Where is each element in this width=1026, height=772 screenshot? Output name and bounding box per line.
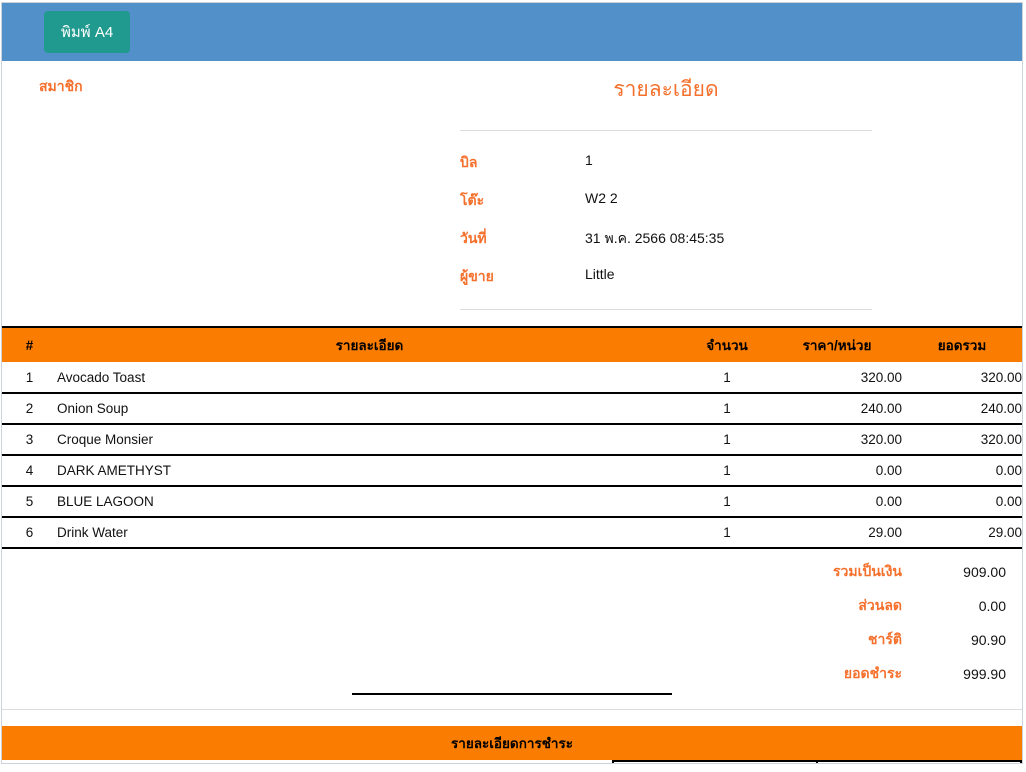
bill-info-fields: บิล 1 โต๊ะ W2 2 วันที่ 31 พ.ค. 2566 08:4… [460,131,872,309]
header-description: รายละเอียด [57,327,682,362]
bill-label: บิล [460,152,585,174]
grand-total-underline [352,693,672,695]
items-header-row: # รายละเอียด จำนวน ราคา/หน่วย ยอดรวม [2,327,1022,362]
discount-label: ส่วนลด [858,595,902,617]
items-table-header: # รายละเอียด จำนวน ราคา/หน่วย ยอดรวม [2,327,1022,362]
item-quantity: 1 [682,393,772,424]
summary-row-subtotal: รวมเป็นเงิน 909.00 [2,555,1022,589]
item-total: 320.00 [902,362,1022,393]
item-total: 240.00 [902,393,1022,424]
item-quantity: 1 [682,517,772,548]
item-unit-price: 0.00 [772,455,902,486]
seller-label: ผู้ขาย [460,266,585,288]
item-row: 4 DARK AMETHYST 1 0.00 0.00 [2,455,1022,486]
item-name: BLUE LAGOON [57,486,682,517]
service-charge-label: ชาร์ติ [868,629,902,651]
subtotal-value: 909.00 [902,564,1022,580]
item-unit-price: 29.00 [772,517,902,548]
service-charge-value: 90.90 [902,632,1022,648]
top-bar: พิมพ์ A4 [2,3,1022,61]
member-label: สมาชิก [2,73,460,310]
item-row: 2 Onion Soup 1 240.00 240.00 [2,393,1022,424]
item-name: DARK AMETHYST [57,455,682,486]
field-row-bill: บิล 1 [460,144,872,182]
bill-value: 1 [585,152,593,174]
item-number: 4 [2,455,57,486]
item-total: 0.00 [902,486,1022,517]
summary-row-charge: ชาร์ติ 90.90 [2,623,1022,657]
totals-summary: รวมเป็นเงิน 909.00 ส่วนลด 0.00 ชาร์ติ 90… [2,555,1022,695]
items-table: # รายละเอียด จำนวน ราคา/หน่วย ยอดรวม 1 A… [2,326,1022,549]
item-quantity: 1 [682,424,772,455]
field-row-seller: ผู้ขาย Little [460,258,872,296]
payment-header-type: ประเภท [613,761,817,764]
item-number: 2 [2,393,57,424]
item-unit-price: 320.00 [772,424,902,455]
header-total: ยอดรวม [902,327,1022,362]
item-unit-price: 240.00 [772,393,902,424]
payment-section-header: รายละเอียดการชำระ [2,726,1022,760]
summary-row-discount: ส่วนลด 0.00 [2,589,1022,623]
grand-total-value: 999.90 [902,666,1022,682]
item-name: Avocado Toast [57,362,682,393]
header-quantity: จำนวน [682,327,772,362]
item-number: 5 [2,486,57,517]
field-row-table: โต๊ะ W2 2 [460,182,872,220]
page-title: รายละเอียด [460,73,872,106]
summary-row-grand-total: ยอดชำระ 999.90 [2,657,1022,691]
item-number: 1 [2,362,57,393]
item-row: 3 Croque Monsier 1 320.00 320.00 [2,424,1022,455]
bill-detail-page: พิมพ์ A4 สมาชิก รายละเอียด บิล 1 โต๊ะ W2… [1,2,1023,764]
print-a4-button[interactable]: พิมพ์ A4 [44,11,130,53]
item-number: 3 [2,424,57,455]
item-quantity: 1 [682,362,772,393]
item-name: Croque Monsier [57,424,682,455]
payment-header-row: ประเภท จำนวนเงิน [613,761,1021,764]
item-unit-price: 0.00 [772,486,902,517]
item-total: 320.00 [902,424,1022,455]
item-row: 1 Avocado Toast 1 320.00 320.00 [2,362,1022,393]
grand-total-label: ยอดชำระ [844,663,902,685]
subtotal-label: รวมเป็นเงิน [833,561,902,583]
table-value: W2 2 [585,190,618,212]
field-row-date: วันที่ 31 พ.ค. 2566 08:45:35 [460,220,872,258]
header-unit-price: ราคา/หน่วย [772,327,902,362]
item-total: 0.00 [902,455,1022,486]
payment-table: ประเภท จำนวนเงิน PromptPay 5207 999.9 [612,760,1022,764]
divider [460,309,872,310]
details-section: สมาชิก รายละเอียด บิล 1 โต๊ะ W2 2 วันที่… [2,73,1022,310]
date-label: วันที่ [460,228,585,250]
table-label: โต๊ะ [460,190,585,212]
item-row: 5 BLUE LAGOON 1 0.00 0.00 [2,486,1022,517]
item-quantity: 1 [682,455,772,486]
section-divider [2,709,1022,710]
item-row: 6 Drink Water 1 29.00 29.00 [2,517,1022,548]
details-panel: รายละเอียด บิล 1 โต๊ะ W2 2 วันที่ 31 พ.ค… [460,73,872,310]
payment-header-amount: จำนวนเงิน [817,761,1021,764]
item-total: 29.00 [902,517,1022,548]
discount-value: 0.00 [902,598,1022,614]
item-quantity: 1 [682,486,772,517]
header-number: # [2,327,57,362]
item-name: Drink Water [57,517,682,548]
item-name: Onion Soup [57,393,682,424]
item-unit-price: 320.00 [772,362,902,393]
date-value: 31 พ.ค. 2566 08:45:35 [585,228,724,250]
seller-value: Little [585,266,615,288]
item-number: 6 [2,517,57,548]
